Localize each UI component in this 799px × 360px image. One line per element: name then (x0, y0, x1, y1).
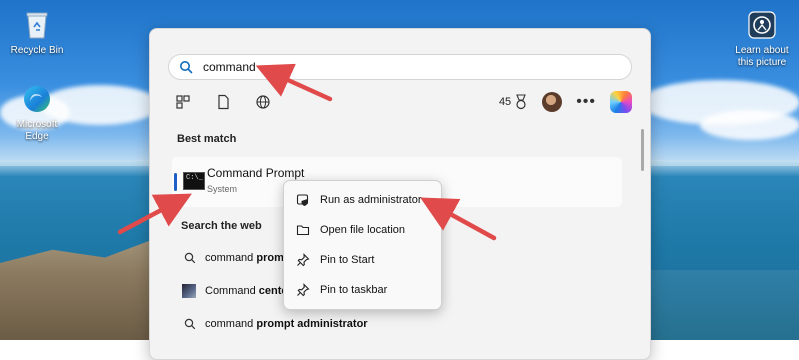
search-web-heading: Search the web (181, 220, 262, 232)
search-filters (174, 93, 272, 111)
documents-filter-icon[interactable] (214, 93, 232, 111)
best-match-subtitle: System (207, 184, 238, 194)
menu-item-pin-to-taskbar[interactable]: Pin to taskbar (284, 277, 441, 303)
rewards-points: 45 (498, 96, 512, 108)
search-top-right: 45 ••• (499, 91, 632, 113)
pin-icon (296, 253, 310, 267)
camera-info-icon (745, 8, 779, 42)
best-match-title: Command Prompt (207, 166, 305, 180)
search-input[interactable] (201, 59, 585, 75)
web-result[interactable]: command prompt administrator (184, 318, 368, 330)
best-match-heading: Best match (177, 133, 237, 145)
context-menu: Run as administrator Open file location … (283, 180, 442, 310)
result-thumbnail (182, 284, 196, 298)
edge-label: Microsoft Edge (16, 119, 58, 142)
menu-item-run-as-admin[interactable]: Run as administrator (284, 187, 441, 213)
web-filter-icon[interactable] (254, 93, 272, 111)
more-options-button[interactable]: ••• (576, 93, 596, 111)
web-result[interactable]: command promp (184, 252, 291, 264)
rewards-medal-icon (516, 94, 526, 110)
web-result[interactable]: Command cente (182, 284, 288, 298)
copilot-icon[interactable] (610, 91, 632, 113)
edge-icon (20, 82, 54, 116)
recycle-bin-desktop-icon[interactable]: Recycle Bin (0, 8, 74, 57)
learn-picture-label: Learn about this picture (735, 45, 789, 68)
rewards-button[interactable]: 45 (499, 94, 528, 110)
folder-icon (296, 223, 310, 237)
menu-item-open-file-location[interactable]: Open file location (284, 217, 441, 243)
search-icon (180, 61, 193, 74)
scrollbar[interactable] (641, 129, 644, 171)
selection-accent (174, 173, 177, 191)
recycle-bin-label: Recycle Bin (10, 45, 64, 56)
learn-picture-desktop-icon[interactable]: Learn about this picture (725, 8, 799, 69)
avatar[interactable] (542, 92, 563, 112)
edge-desktop-icon[interactable]: Microsoft Edge (0, 82, 74, 143)
shield-admin-icon (296, 193, 310, 207)
menu-item-pin-to-start[interactable]: Pin to Start (284, 247, 441, 273)
search-icon (184, 252, 196, 264)
search-box[interactable] (168, 54, 632, 80)
recycle-bin-icon (20, 8, 54, 42)
pin-icon (296, 283, 310, 297)
command-prompt-icon: C:\_ (183, 172, 205, 190)
apps-filter-icon[interactable] (174, 93, 192, 111)
search-icon (184, 318, 196, 330)
